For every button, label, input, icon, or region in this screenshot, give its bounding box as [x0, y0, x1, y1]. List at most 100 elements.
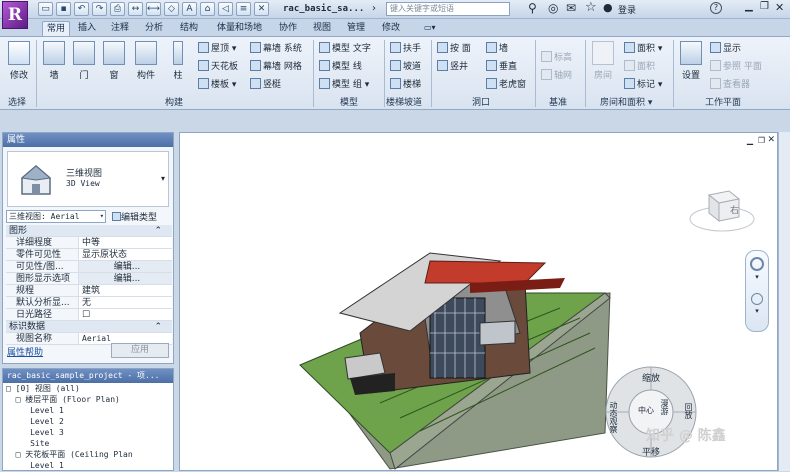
search-input[interactable]: 键入关键字或短语	[386, 2, 510, 16]
area-button[interactable]: 面积 ▾	[624, 42, 662, 55]
wheel-orbit[interactable]: 动态观察	[608, 401, 619, 433]
login-button[interactable]: 登录	[618, 3, 636, 16]
tab-structure[interactable]: 结构	[176, 21, 202, 36]
graphic-display-edit-button[interactable]: 编辑...	[78, 273, 172, 284]
group-room-area[interactable]: 房间和面积 ▾	[600, 95, 652, 108]
section-icon[interactable]: ◁	[218, 2, 233, 16]
tab-home[interactable]: 常用	[42, 21, 71, 36]
redo-icon[interactable]: ↷	[92, 2, 107, 16]
app-logo[interactable]: R	[2, 1, 28, 29]
dormer-button[interactable]: 老虎窗	[486, 78, 526, 91]
subscription-icon[interactable]: ◎	[548, 1, 558, 15]
open-icon[interactable]: ▭	[38, 2, 53, 16]
property-value[interactable]: 中等	[78, 237, 172, 248]
category-graphics[interactable]: 图形 ⌃	[6, 225, 172, 237]
group-model[interactable]: 模型	[340, 95, 358, 108]
binoculars-icon[interactable]: ⚲	[528, 1, 537, 15]
shaft-button[interactable]: 竖井	[437, 60, 468, 73]
group-workplane[interactable]: 工作平面	[705, 95, 741, 108]
group-opening[interactable]: 洞口	[472, 95, 490, 108]
dimension-icon[interactable]: ⟷	[146, 2, 161, 16]
3d-view-icon[interactable]: ⌂	[200, 2, 215, 16]
area-boundary-button[interactable]: 面积	[624, 60, 655, 73]
tab-annotate[interactable]: 注释	[107, 21, 133, 36]
wheel-pan[interactable]: 平移	[642, 445, 660, 458]
wheel-zoom[interactable]: 缩放	[642, 371, 660, 384]
railing-button[interactable]: 扶手	[390, 42, 421, 55]
model-line-button[interactable]: 模型 线	[319, 60, 362, 73]
tab-modify[interactable]: 修改	[378, 21, 404, 36]
thin-lines-icon[interactable]: ≡	[236, 2, 251, 16]
viewer-button[interactable]: 查看器	[710, 78, 750, 91]
show-workplane-button[interactable]: 显示	[710, 42, 741, 55]
properties-help-link[interactable]: 属性帮助	[7, 345, 43, 358]
undo-icon[interactable]: ↶	[74, 2, 89, 16]
room-button[interactable]: 房间	[589, 41, 617, 81]
help-icon[interactable]: ?	[710, 2, 722, 14]
tree-node[interactable]: Level 1	[6, 405, 173, 416]
set-workplane-button[interactable]: 设置	[677, 41, 705, 81]
ribbon-options-icon[interactable]: ▭▾	[420, 21, 440, 36]
ceiling-button[interactable]: 天花板	[198, 60, 238, 73]
tab-collaborate[interactable]: 协作	[275, 21, 301, 36]
category-identity[interactable]: 标识数据 ⌃	[6, 321, 172, 333]
chevron-down-icon[interactable]: ▾	[752, 274, 762, 281]
roof-button[interactable]: 屋顶 ▾	[198, 42, 236, 55]
tab-insert[interactable]: 插入	[74, 21, 100, 36]
tree-node[interactable]: □ 楼层平面 (Floor Plan)	[6, 394, 173, 405]
ramp-button[interactable]: 坡道	[390, 60, 421, 73]
level-button[interactable]: 标高	[541, 51, 572, 64]
sun-path-checkbox[interactable]: ☐	[78, 309, 172, 320]
wheel-rewind[interactable]: 回放	[683, 403, 694, 419]
communication-icon[interactable]: ✉	[566, 1, 576, 15]
model-group-button[interactable]: 模型 组 ▾	[319, 78, 369, 91]
tab-manage[interactable]: 管理	[343, 21, 369, 36]
visibility-edit-button[interactable]: 编辑...	[78, 261, 172, 272]
group-datum[interactable]: 基准	[549, 95, 567, 108]
type-selector[interactable]: 三维视图 3D View ▾	[7, 151, 169, 207]
tree-node[interactable]: Level 2	[6, 416, 173, 427]
star-icon[interactable]: ☆	[585, 0, 597, 15]
tree-node[interactable]: Level 1	[6, 460, 173, 471]
edit-type-button[interactable]: 编辑类型	[112, 210, 157, 223]
by-face-button[interactable]: 按 面	[437, 42, 471, 55]
close-icon[interactable]: ✕	[775, 1, 784, 14]
zoom-icon[interactable]	[751, 293, 763, 305]
tree-node[interactable]: Level 3	[6, 427, 173, 438]
stair-button[interactable]: 楼梯	[390, 78, 421, 91]
wheel-walk[interactable]: 漫游	[659, 399, 670, 415]
tree-node[interactable]: Site	[6, 438, 173, 449]
modify-button[interactable]: 修改	[5, 41, 33, 81]
steering-wheel-icon[interactable]	[750, 257, 764, 271]
tab-analyze[interactable]: 分析	[141, 21, 167, 36]
grid-button[interactable]: 轴网	[541, 69, 572, 82]
window-button[interactable]: 窗	[100, 41, 128, 81]
model-text-button[interactable]: 模型 文字	[319, 42, 371, 55]
floor-button[interactable]: 楼板 ▾	[198, 78, 236, 91]
user-icon[interactable]: ●	[603, 1, 613, 14]
3d-view-canvas[interactable]: ▁ ❐ ✕ 右 缩放 动态观察 回放 中心 漫游 平移 知乎 @ 陈鑫	[179, 132, 778, 471]
right-scrollbar[interactable]	[778, 132, 790, 471]
property-value[interactable]: 显示原状态	[78, 249, 172, 260]
curtain-system-button[interactable]: 幕墙 系统	[250, 42, 302, 55]
tree-node[interactable]: □ 天花板平面 (Ceiling Plan	[6, 449, 173, 460]
close-hidden-icon[interactable]: ✕	[254, 2, 269, 16]
ref-plane-button[interactable]: 参照 平面	[710, 60, 762, 73]
save-icon[interactable]: ▪	[56, 2, 71, 16]
viewcube[interactable]	[687, 181, 757, 236]
minimize-icon[interactable]: ▁	[745, 1, 753, 12]
property-value[interactable]: 无	[78, 297, 172, 308]
door-button[interactable]: 门	[70, 41, 98, 81]
group-select[interactable]: 选择	[8, 95, 26, 108]
mullion-button[interactable]: 竖梃	[250, 78, 281, 91]
wall-opening-button[interactable]: 墙	[486, 42, 508, 55]
component-button[interactable]: 构件	[132, 41, 160, 81]
apply-button[interactable]: 应用	[111, 343, 169, 358]
print-icon[interactable]: ⎙	[110, 2, 125, 16]
chevron-down-icon[interactable]: ▾	[752, 308, 762, 315]
tag-icon[interactable]: ◇	[164, 2, 179, 16]
column-button[interactable]: 柱	[164, 41, 192, 81]
wall-button[interactable]: 墙	[40, 41, 68, 81]
text-icon[interactable]: A	[182, 2, 197, 16]
tree-node[interactable]: □ [0] 视图 (all)	[6, 383, 173, 394]
